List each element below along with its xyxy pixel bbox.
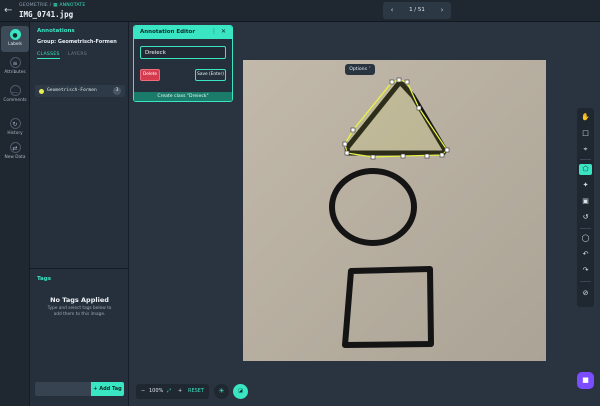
annotation-editor: Annotation Editor ⋮ ✕ Dreieck Delete Sav… [133, 25, 233, 102]
divider [580, 281, 591, 282]
repeat-icon[interactable]: ↺ [579, 212, 592, 223]
left-rail: ● Labels ≡ Attributes … Comments ↻ Histo… [0, 22, 30, 406]
help-chat-icon[interactable]: ■ [577, 372, 594, 389]
smart-polygon-icon[interactable]: ✦ [579, 180, 592, 191]
rail-item-new-data[interactable]: ⇄ New Data [1, 139, 29, 165]
editor-header[interactable]: Annotation Editor ⋮ ✕ [134, 26, 232, 39]
zoom-level: 100% [149, 388, 164, 394]
bounding-box-icon[interactable]: □ [579, 128, 592, 139]
image-canvas[interactable] [243, 60, 546, 361]
comment-icon[interactable]: ◯ [579, 233, 592, 244]
zoom-out-button[interactable]: − [141, 387, 145, 396]
redo-icon[interactable]: ↷ [579, 265, 592, 276]
annotate-mode-icon: ▦ [53, 3, 58, 8]
tool-palette: ✋ □ ⌖ ⬠ ✦ ▣ ↺ ◯ ↶ ↷ ⊘ [577, 108, 594, 307]
hide-annotations-icon[interactable]: ⊘ [579, 288, 592, 299]
rail-item-history[interactable]: ↻ History [1, 115, 29, 141]
breadcrumb-mode: ANNOTATE [59, 3, 86, 8]
add-tag-button[interactable]: + Add Tag [91, 382, 124, 396]
rail-label: Labels [8, 42, 22, 47]
top-bar: ← GEOMETRIE / ▦ ANNOTATE IMG_0741.jpg ‹ … [0, 0, 600, 22]
labels-icon: ● [9, 29, 21, 40]
polygon-tool-icon[interactable]: ⬠ [579, 164, 592, 175]
crop-icon[interactable]: ⌖ [579, 144, 592, 155]
no-tags-hint: Type and select tags below to add them t… [47, 306, 112, 317]
page-indicator: 1 / 51 [409, 7, 425, 13]
panel-tabs: CLASSES LAYERS [37, 52, 123, 60]
rail-item-comments[interactable]: … Comments [1, 82, 29, 108]
divider [580, 159, 591, 160]
delete-button[interactable]: Delete [140, 69, 160, 81]
editor-title: Annotation Editor [140, 29, 196, 35]
divider [30, 268, 129, 269]
zoom-in-button[interactable]: + [178, 387, 182, 396]
reset-zoom-button[interactable]: RESET [188, 387, 204, 396]
no-tags-title: No Tags Applied [50, 296, 109, 304]
rail-label: New Data [4, 155, 26, 160]
image-pager: ‹ 1 / 51 › [383, 2, 451, 19]
compare-icon[interactable]: ◪ [233, 384, 248, 399]
canvas-drawing [243, 60, 546, 361]
options-dropdown[interactable]: Options ˅ [345, 64, 375, 75]
close-icon[interactable]: ✕ [221, 28, 226, 35]
history-icon: ↻ [9, 118, 21, 129]
divider [580, 228, 591, 229]
back-arrow-icon[interactable]: ← [4, 5, 16, 17]
panel-title: Annotations [37, 28, 75, 34]
create-class-button[interactable]: Create class "Dreieck" [134, 92, 232, 101]
more-options-icon[interactable]: ⋮ [211, 28, 217, 35]
annotations-panel: Annotations Group: Geometrisch-Formen CL… [30, 22, 129, 406]
tab-classes[interactable]: CLASSES [37, 52, 60, 59]
breadcrumb-separator: / [49, 3, 52, 8]
rail-label: Attributes [4, 70, 26, 75]
brightness-icon[interactable]: ☀ [214, 384, 229, 399]
class-color-dot [39, 89, 44, 94]
rail-item-attributes[interactable]: ≡ Attributes [1, 54, 29, 80]
breadcrumb-project[interactable]: GEOMETRIE [19, 3, 48, 8]
rail-label: Comments [3, 98, 27, 103]
box-select-icon[interactable]: ▣ [579, 196, 592, 207]
prev-image-icon[interactable]: ‹ [387, 5, 397, 16]
options-label: Options [349, 67, 367, 72]
image-filename: IMG_0741.jpg [19, 10, 74, 19]
breadcrumb: GEOMETRIE / ▦ ANNOTATE [19, 3, 86, 8]
pan-hand-icon[interactable]: ✋ [579, 112, 592, 123]
comments-icon: … [9, 85, 21, 96]
attributes-icon: ≡ [9, 57, 21, 68]
fit-icon[interactable]: ⤢ [167, 387, 171, 396]
group-label: Group: Geometrisch-Formen [37, 39, 117, 45]
tab-layers[interactable]: LAYERS [68, 52, 87, 57]
chevron-down-icon: ˅ [368, 67, 371, 72]
save-button[interactable]: Save (Enter) [195, 69, 226, 81]
class-count-badge: 3 [113, 87, 121, 95]
rail-item-labels[interactable]: ● Labels [1, 26, 29, 52]
undo-icon[interactable]: ↶ [579, 249, 592, 260]
next-image-icon[interactable]: › [437, 5, 447, 16]
class-list-item[interactable]: Geometrisch-Formen 3 [35, 85, 125, 97]
zoom-bar: − 100% ⤢ + RESET [136, 384, 209, 399]
new-data-icon: ⇄ [9, 142, 21, 153]
rail-label: History [7, 131, 23, 136]
tag-input[interactable] [35, 382, 91, 396]
class-name-input[interactable]: Dreieck [140, 46, 226, 59]
class-name: Geometrisch-Formen [47, 88, 97, 93]
tags-title: Tags [37, 276, 51, 282]
